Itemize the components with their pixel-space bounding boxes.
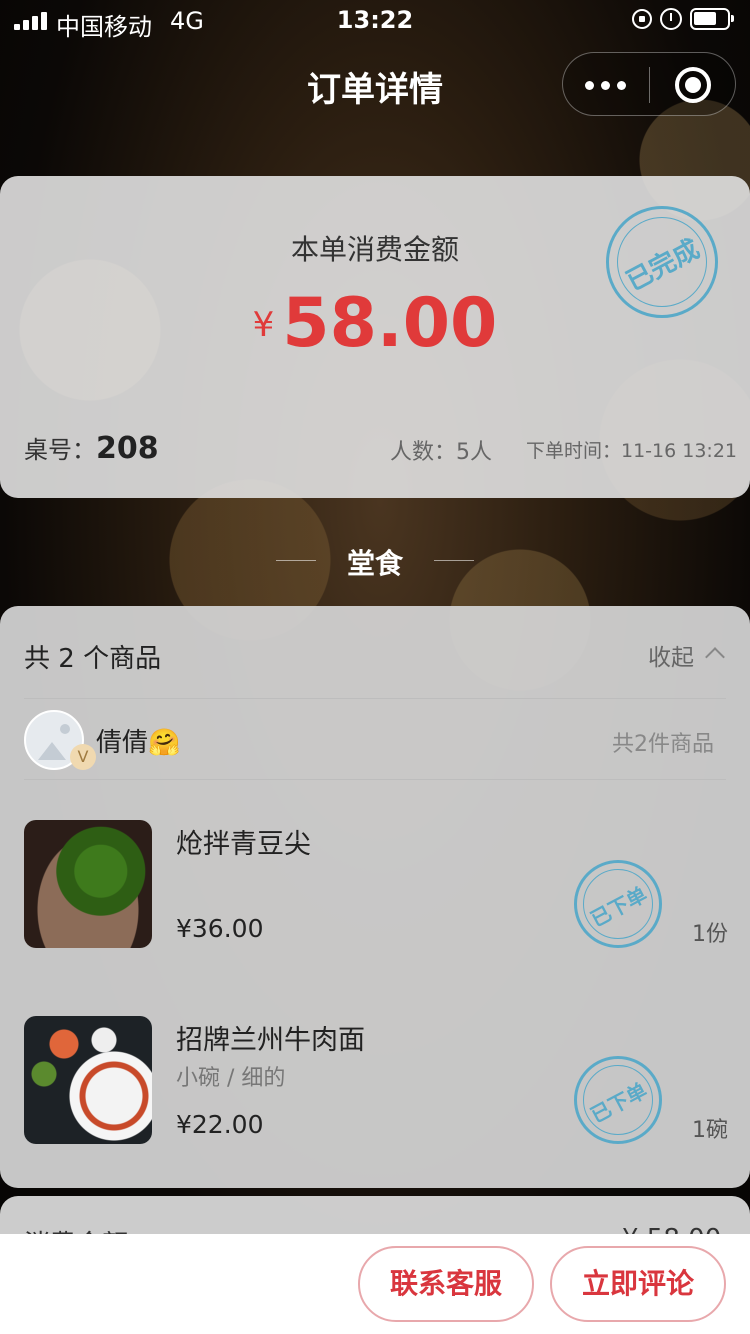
order-time: 下单时间：11-16 13:21 <box>526 440 738 462</box>
orientation-lock-icon <box>632 9 652 29</box>
dish-price: ¥22.00 <box>176 1110 264 1139</box>
dish-image <box>24 820 152 948</box>
completed-stamp-text: 已完成 <box>621 234 705 298</box>
bottom-action-bar: 联系客服 立即评论 <box>0 1234 750 1334</box>
table-number: 桌号：208 <box>24 430 159 466</box>
close-mini-program-icon[interactable] <box>675 67 711 103</box>
dish-spec: 小碗 / 细的 <box>176 1066 286 1091</box>
chevron-up-icon[interactable] <box>705 647 725 667</box>
completed-stamp: 已完成 <box>606 206 718 318</box>
dish-name: 炝拌青豆尖 <box>176 829 311 860</box>
order-summary-card: 本单消费金额 ¥58.00 已完成 桌号：208 人数：5人 下单时间：11-1… <box>0 176 750 498</box>
collapse-button[interactable]: 收起 <box>648 638 694 672</box>
battery-icon <box>690 8 734 30</box>
amount-value: 58.00 <box>282 284 498 363</box>
capsule-divider <box>649 67 650 103</box>
dish-image <box>24 1016 152 1144</box>
divider <box>24 779 726 780</box>
table-label: 桌号： <box>24 436 96 464</box>
table-number-value: 208 <box>96 431 159 466</box>
dish-quantity: 1碗 <box>692 1118 728 1143</box>
user-item-count: 共2件商品 <box>612 732 714 757</box>
dish-name: 招牌兰州牛肉面 <box>176 1025 365 1056</box>
dining-type-label: 堂食 <box>346 547 403 580</box>
ordered-stamp-text: 已下单 <box>586 1078 651 1128</box>
ordered-stamp-text: 已下单 <box>586 882 651 932</box>
goods-card: 共 2 个商品 收起 V 倩倩🤗 共2件商品 炝拌青豆尖 ¥36.00 已下单 … <box>0 606 750 1188</box>
dish-price: ¥36.00 <box>176 914 264 943</box>
user-name: 倩倩🤗 <box>96 728 181 758</box>
contact-service-button[interactable]: 联系客服 <box>358 1246 534 1322</box>
review-now-button[interactable]: 立即评论 <box>550 1246 726 1322</box>
currency-symbol: ¥ <box>252 305 275 345</box>
divider <box>24 698 726 699</box>
alarm-icon <box>660 8 682 30</box>
ordered-stamp: 已下单 <box>574 1056 662 1144</box>
mini-program-capsule <box>562 52 736 116</box>
section-divider-right <box>434 560 474 561</box>
more-icon[interactable] <box>585 75 631 95</box>
verified-badge: V <box>70 744 96 770</box>
ordered-stamp: 已下单 <box>574 860 662 948</box>
status-bar: 中国移动 4G 13:22 <box>0 0 750 41</box>
dish-quantity: 1份 <box>692 922 728 947</box>
goods-count: 共 2 个商品 <box>24 644 162 674</box>
people-count: 人数：5人 <box>390 440 492 465</box>
